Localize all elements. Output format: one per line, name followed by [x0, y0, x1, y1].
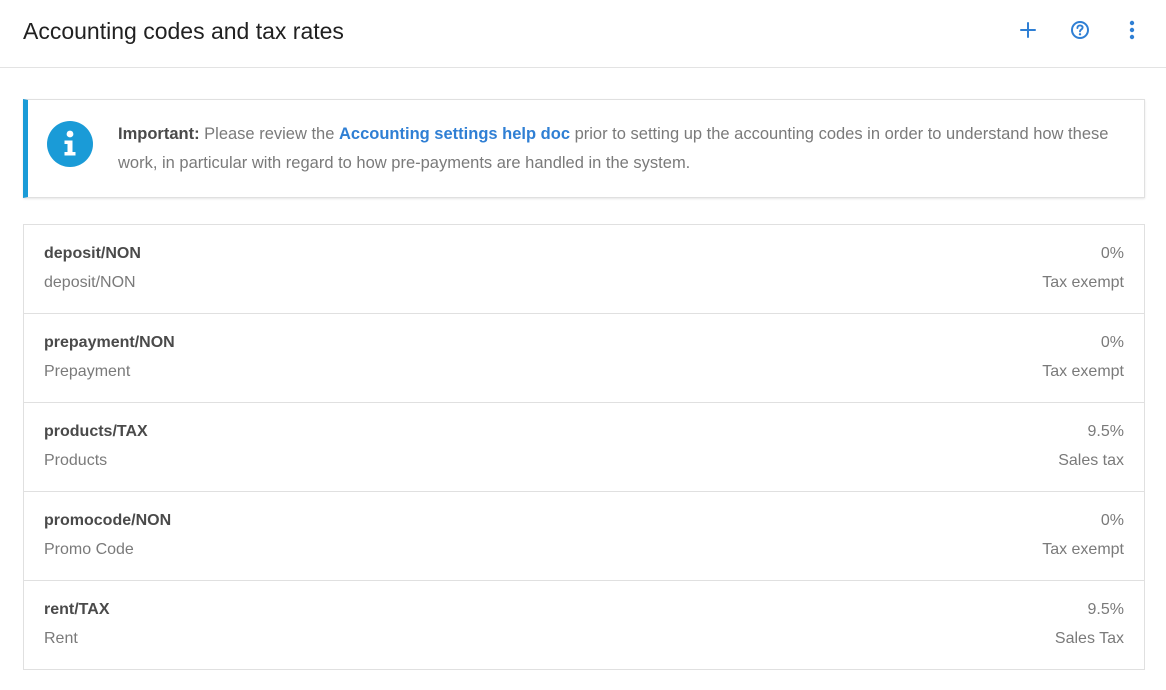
code-description: Products [44, 452, 108, 469]
info-callout: Important: Please review the Accounting … [23, 99, 1145, 198]
code-description: Promo Code [44, 541, 134, 558]
more-options-button[interactable] [1118, 16, 1146, 44]
help-circle-icon [1071, 21, 1089, 39]
code-description: Rent [44, 630, 78, 647]
code-tax-type: Tax exempt [1042, 541, 1124, 558]
code-rate: 0% [1100, 245, 1124, 262]
important-label: Important: [118, 125, 200, 143]
code-description: deposit/NON [44, 274, 136, 291]
info-icon [47, 121, 93, 167]
code-description: Prepayment [44, 363, 131, 380]
info-message: Important: Please review the Accounting … [118, 120, 1124, 178]
code-name: deposit/NON [44, 245, 141, 262]
code-row-deposit[interactable]: deposit/NON deposit/NON 0% Tax exempt [24, 225, 1144, 314]
more-vertical-icon [1129, 20, 1135, 40]
code-row-prepayment[interactable]: prepayment/NON Prepayment 0% Tax exempt [24, 314, 1144, 403]
code-row-rent[interactable]: rent/TAX Rent 9.5% Sales Tax [24, 581, 1144, 669]
code-tax-type: Sales Tax [1054, 630, 1124, 647]
code-tax-type: Tax exempt [1042, 363, 1124, 380]
code-rate: 0% [1100, 512, 1124, 529]
page-header: Accounting codes and tax rates [0, 0, 1166, 68]
code-row-products[interactable]: products/TAX Products 9.5% Sales tax [24, 403, 1144, 492]
code-rate: 0% [1100, 334, 1124, 351]
code-tax-type: Tax exempt [1042, 274, 1124, 291]
code-name: promocode/NON [44, 512, 172, 529]
accounting-settings-help-link[interactable]: Accounting settings help doc [339, 125, 570, 143]
code-name: prepayment/NON [44, 334, 175, 351]
info-text-before-link: Please review the [199, 125, 339, 143]
code-row-promocode[interactable]: promocode/NON Promo Code 0% Tax exempt [24, 492, 1144, 581]
code-name: products/TAX [44, 423, 148, 440]
code-name: rent/TAX [44, 601, 110, 618]
page-title: Accounting codes and tax rates [23, 18, 344, 44]
add-button[interactable] [1014, 16, 1042, 44]
plus-icon [1020, 22, 1036, 38]
help-button[interactable] [1066, 16, 1094, 44]
code-tax-type: Sales tax [1058, 452, 1124, 469]
code-rate: 9.5% [1087, 601, 1124, 618]
accounting-code-list: deposit/NON deposit/NON 0% Tax exempt pr… [23, 224, 1145, 670]
code-rate: 9.5% [1087, 423, 1124, 440]
header-actions [990, 16, 1146, 44]
